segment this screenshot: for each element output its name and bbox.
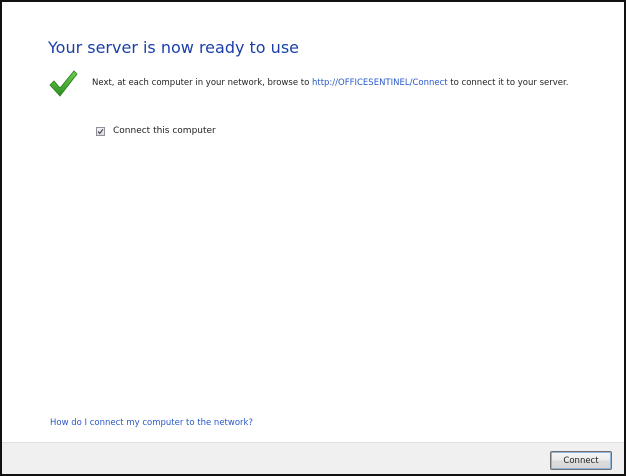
footer-bar: Connect bbox=[2, 442, 624, 474]
page-title: Your server is now ready to use bbox=[48, 38, 299, 57]
checkbox-label: Connect this computer bbox=[113, 126, 216, 136]
connect-button[interactable]: Connect bbox=[550, 451, 612, 470]
instructions-prefix: Next, at each computer in your network, … bbox=[92, 78, 312, 88]
help-link[interactable]: How do I connect my computer to the netw… bbox=[50, 418, 253, 428]
setup-dialog-window: Your server is now ready to use Next, at… bbox=[0, 0, 626, 476]
instructions-text: Next, at each computer in your network, … bbox=[92, 78, 572, 89]
instructions-suffix: to connect it to your server. bbox=[447, 78, 569, 88]
checkbox-checkmark-icon bbox=[97, 128, 104, 134]
connect-this-computer-checkbox[interactable] bbox=[96, 126, 105, 136]
checkmark-icon bbox=[49, 70, 78, 97]
connect-url-link[interactable]: http://OFFICESENTINEL/Connect bbox=[312, 78, 448, 88]
connect-this-computer-option[interactable]: Connect this computer bbox=[96, 126, 216, 136]
